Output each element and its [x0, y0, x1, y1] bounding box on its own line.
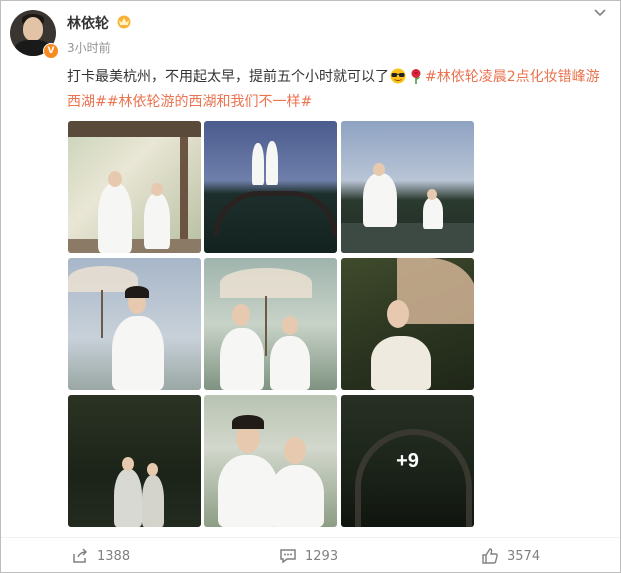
photo-thumbnail[interactable] [204, 258, 337, 390]
photo-thumbnail[interactable] [341, 121, 474, 253]
comment-icon [280, 549, 296, 564]
share-count: 1388 [97, 548, 131, 564]
comment-count: 1293 [305, 548, 339, 564]
username[interactable]: 林依轮 [67, 13, 109, 33]
crown-icon [117, 15, 131, 29]
photo-thumbnail[interactable] [68, 395, 201, 527]
photo-thumbnail[interactable] [341, 258, 474, 390]
sunglasses-emoji-icon [390, 68, 406, 84]
photo-thumbnail[interactable] [204, 395, 337, 527]
verified-badge-icon: V [43, 43, 59, 59]
like-button[interactable]: 3574 [481, 546, 540, 566]
like-count: 3574 [507, 548, 541, 564]
chevron-down-icon[interactable] [593, 7, 607, 19]
share-button[interactable]: 1388 [71, 546, 130, 566]
post-text: 打卡最美杭州，不用起太早，提前五个小时就可以了 #林依轮凌晨2点化妆错峰游西湖##… [67, 65, 612, 115]
post-body-text: 打卡最美杭州，不用起太早，提前五个小时就可以了 [67, 69, 389, 85]
weibo-post-card: V 林依轮 3小时前 打卡最美杭州，不用起太早，提前五个小时就可以了 #林依轮凌晨… [0, 0, 621, 573]
photo-thumbnail[interactable] [68, 121, 201, 253]
action-bar: 1388 1293 3574 [1, 537, 620, 572]
photo-thumbnail[interactable]: +9 [341, 395, 474, 527]
topic-tag-link[interactable]: #林依轮游的西湖和我们不一样# [107, 94, 312, 110]
rose-emoji-icon [411, 69, 421, 84]
share-icon [73, 548, 88, 563]
photo-thumbnail[interactable] [68, 258, 201, 390]
thumbs-up-icon [482, 548, 498, 564]
comment-button[interactable]: 1293 [279, 546, 338, 566]
photo-grid: +9 [68, 121, 474, 527]
more-photos-count[interactable]: +9 [341, 450, 474, 473]
post-time[interactable]: 3小时前 [67, 39, 111, 56]
photo-thumbnail[interactable] [204, 121, 337, 253]
